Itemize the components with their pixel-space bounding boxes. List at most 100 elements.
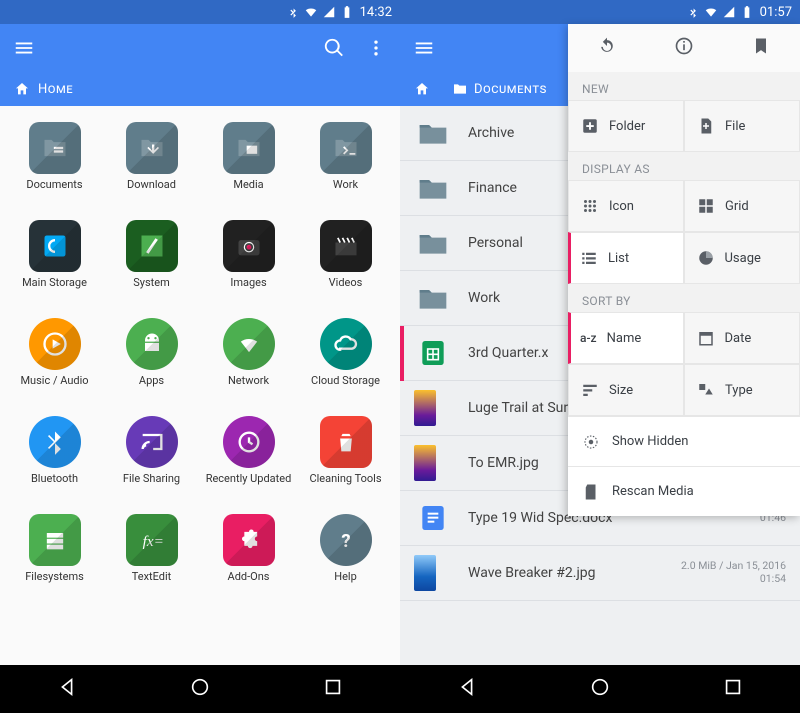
- nav-home[interactable]: [189, 676, 211, 702]
- grid-item[interactable]: Work: [297, 116, 394, 214]
- grid-item[interactable]: System: [103, 214, 200, 312]
- grid-label: Download: [127, 179, 176, 191]
- grid-item[interactable]: ? Help: [297, 508, 394, 606]
- grid-item[interactable]: Cloud Storage: [297, 312, 394, 410]
- home-icon: [414, 81, 430, 97]
- grid-item[interactable]: Videos: [297, 214, 394, 312]
- grid-item[interactable]: Documents: [6, 116, 103, 214]
- download-icon: [126, 122, 178, 174]
- doc-icon: [29, 122, 81, 174]
- icon-view-icon: [581, 197, 599, 215]
- grid-label: Network: [228, 375, 269, 387]
- grid-item[interactable]: Filesystems: [6, 508, 103, 606]
- bookmark-button[interactable]: [751, 36, 771, 60]
- menu-display-usage[interactable]: Usage: [684, 232, 800, 284]
- play-icon: [29, 318, 81, 370]
- calendar-icon: [697, 329, 715, 347]
- grid-label: Cleaning Tools: [309, 473, 381, 485]
- screen-home: 14:32 Home DocumentsDownloadMediaWorkMai…: [0, 0, 400, 713]
- grid-label: Cloud Storage: [311, 375, 380, 387]
- bluetooth-icon: [686, 5, 700, 19]
- grid-label: Filesystems: [25, 571, 84, 583]
- menu-sort-size[interactable]: Size: [568, 364, 684, 416]
- signal-icon: [322, 5, 336, 19]
- menu-new-file[interactable]: File: [684, 100, 800, 152]
- bt-icon: [29, 416, 81, 468]
- clapper-icon: [320, 220, 372, 272]
- grid-label: Bluetooth: [31, 473, 78, 485]
- menu-display-icon[interactable]: Icon: [568, 180, 684, 232]
- refresh-button[interactable]: [597, 36, 617, 60]
- menu-rescan-media[interactable]: Rescan Media: [568, 466, 800, 516]
- file-thumb: [414, 337, 452, 369]
- file-thumb: [414, 502, 452, 534]
- file-thumb: [414, 447, 452, 479]
- question-icon: ?: [320, 514, 372, 566]
- grid-item[interactable]: Add-Ons: [200, 508, 297, 606]
- grid-label: Main Storage: [22, 277, 87, 289]
- menu-sort-name[interactable]: a-z Name: [568, 312, 684, 364]
- android-navbar: [0, 665, 400, 713]
- filesystems-icon: [29, 514, 81, 566]
- hidden-icon: [582, 433, 600, 451]
- file-thumb: [414, 282, 452, 314]
- menu-show-hidden[interactable]: Show Hidden: [568, 416, 800, 466]
- svg-text:fx=: fx=: [142, 533, 163, 550]
- add-file-icon: [697, 117, 715, 135]
- add-folder-icon: [581, 117, 599, 135]
- menu-sort-date[interactable]: Date: [684, 312, 800, 364]
- grid-label: Help: [334, 571, 357, 583]
- home-icon: [14, 81, 30, 97]
- hamburger-button[interactable]: [12, 36, 36, 60]
- refresh-icon: [29, 220, 81, 272]
- info-button[interactable]: [674, 36, 694, 60]
- search-button[interactable]: [322, 36, 346, 60]
- list-item[interactable]: Wave Breaker #2.jpg2.0 MiB / Jan 15, 201…: [400, 546, 800, 601]
- wifi-icon: [304, 5, 318, 19]
- grid-label: Documents: [26, 179, 82, 191]
- bluetooth-icon: [286, 5, 300, 19]
- grid-item[interactable]: Music / Audio: [6, 312, 103, 410]
- wifi-icon: [223, 318, 275, 370]
- terminal-icon: [320, 122, 372, 174]
- overflow-button[interactable]: [364, 36, 388, 60]
- grid-item[interactable]: File Sharing: [103, 410, 200, 508]
- breadcrumb-label: Home: [38, 82, 73, 97]
- nav-recent[interactable]: [322, 676, 344, 702]
- az-icon: a-z: [580, 331, 597, 345]
- grid-item[interactable]: Main Storage: [6, 214, 103, 312]
- grid-item[interactable]: Images: [200, 214, 297, 312]
- grid-item[interactable]: Recently Updated: [200, 410, 297, 508]
- grid-item[interactable]: Download: [103, 116, 200, 214]
- menu-display-grid[interactable]: Grid: [684, 180, 800, 232]
- grid-item[interactable]: fx= TextEdit: [103, 508, 200, 606]
- grid-item[interactable]: Media: [200, 116, 297, 214]
- menu-section-display: DISPLAY AS: [568, 152, 800, 180]
- nav-back[interactable]: [456, 676, 478, 702]
- file-name: Wave Breaker #2.jpg: [468, 565, 681, 581]
- grid-label: Work: [333, 179, 358, 191]
- nav-recent[interactable]: [722, 676, 744, 702]
- menu-sort-type[interactable]: Type: [684, 364, 800, 416]
- grid-label: TextEdit: [132, 571, 172, 583]
- grid-item[interactable]: Network: [200, 312, 297, 410]
- hamburger-button[interactable]: [412, 36, 436, 60]
- grid-label: Images: [230, 277, 266, 289]
- folder-icon: [452, 81, 468, 97]
- home-grid: Documents Download Media Work Main Storage Sy…: [0, 106, 400, 665]
- menu-display-list[interactable]: List: [568, 232, 684, 284]
- nav-back[interactable]: [56, 676, 78, 702]
- grid-item[interactable]: Bluetooth: [6, 410, 103, 508]
- grid-label: Apps: [139, 375, 164, 387]
- file-thumb: [414, 557, 452, 589]
- menu-section-sort: SORT BY: [568, 284, 800, 312]
- grid-item[interactable]: Apps: [103, 312, 200, 410]
- breadcrumb[interactable]: Home: [0, 72, 400, 106]
- menu-section-new: NEW: [568, 72, 800, 100]
- menu-new-folder[interactable]: Folder: [568, 100, 684, 152]
- grid-item[interactable]: Cleaning Tools: [297, 410, 394, 508]
- camera-icon: [223, 220, 275, 272]
- nav-home[interactable]: [589, 676, 611, 702]
- sdcard-icon: [582, 483, 600, 501]
- type-icon: [697, 381, 715, 399]
